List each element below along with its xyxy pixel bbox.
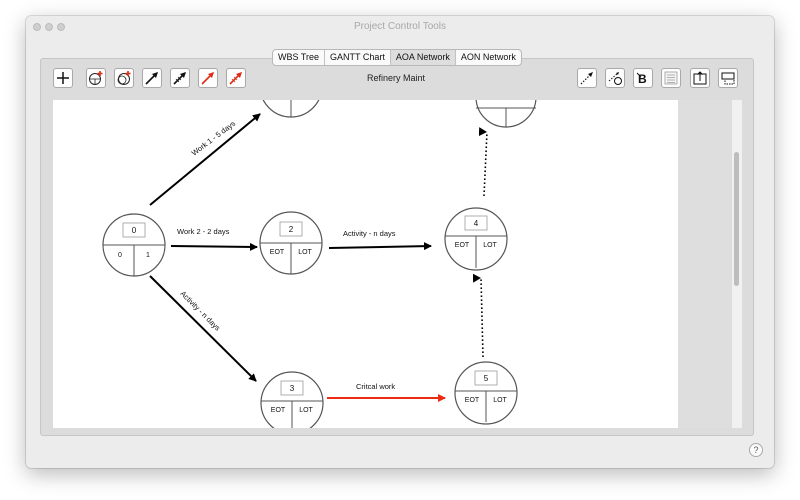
vertical-scrollbar-thumb[interactable] — [734, 152, 739, 286]
add-grouped-node-button[interactable] — [114, 68, 134, 88]
node-0[interactable]: 0 0 1 — [102, 213, 166, 277]
node-5[interactable]: 5 EOT LOT — [454, 361, 518, 425]
layout-button[interactable] — [718, 68, 738, 88]
tab-gantt-chart[interactable]: GANTT Chart — [325, 50, 391, 65]
activity-label: Work 2 - 2 days — [177, 227, 230, 236]
node-late-time: 1 — [146, 252, 150, 259]
black-arrow-icon — [145, 72, 158, 85]
node-id: 0 — [132, 226, 137, 235]
activity-work-2[interactable]: Work 2 - 2 days — [170, 227, 258, 251]
activity-work-1[interactable]: Work 1 - 5 days — [149, 113, 261, 206]
text-tool-button[interactable]: B — [633, 68, 653, 88]
network-canvas[interactable]: Work 1 - 5 days Work 2 - 2 days Activity… — [53, 100, 678, 428]
black-arrow-button[interactable] — [142, 68, 162, 88]
add-grouped-node-icon — [117, 71, 131, 85]
tab-aoa-network[interactable]: AOA Network — [390, 50, 456, 65]
activity-2-to-4[interactable]: Activity - n days — [328, 229, 432, 251]
list-button[interactable] — [661, 68, 681, 88]
node-early-time: 0 — [118, 252, 122, 259]
node-early-time: EOT — [455, 242, 470, 249]
tab-wbs-tree[interactable]: WBS Tree — [273, 50, 326, 65]
black-arrow-hatched-icon — [173, 72, 186, 85]
help-button[interactable]: ? — [749, 443, 763, 457]
aoa-network-diagram: Work 1 - 5 days Work 2 - 2 days Activity… — [102, 100, 537, 428]
dotted-arrow-button[interactable] — [577, 68, 597, 88]
dummy-activity-5-to-4[interactable] — [472, 273, 484, 358]
add-node-button[interactable] — [86, 68, 106, 88]
activity-label: Critcal work — [356, 382, 395, 391]
plus-icon — [57, 72, 69, 84]
node-id: 4 — [474, 219, 479, 228]
node-6[interactable] — [475, 100, 537, 128]
node-id: 2 — [289, 225, 294, 234]
app-window: Project Control Tools WBS Tree GANTT Cha… — [26, 16, 774, 468]
node-id: 5 — [484, 374, 489, 383]
add-node-icon — [89, 71, 103, 85]
tab-aon-network[interactable]: AON Network — [456, 50, 521, 65]
node-late-time: LOT — [483, 242, 497, 249]
red-arrow-icon — [201, 72, 214, 85]
node-4[interactable]: 4 EOT LOT — [444, 207, 508, 271]
black-arrow-hatched-button[interactable] — [170, 68, 190, 88]
list-icon — [664, 71, 678, 85]
add-button[interactable] — [53, 68, 73, 88]
activity-label: Activity - n days — [343, 229, 396, 238]
node-late-time: LOT — [493, 397, 507, 404]
node-3[interactable]: 3 EOT LOT — [260, 371, 324, 428]
node-id: 3 — [290, 384, 295, 393]
layout-icon — [721, 72, 735, 85]
node-early-time: EOT — [465, 397, 480, 404]
red-arrow-hatched-button[interactable] — [226, 68, 246, 88]
title-bar: Project Control Tools — [26, 16, 774, 38]
node-2[interactable]: 2 EOT LOT — [259, 211, 323, 275]
dummy-activity-4-to-6[interactable] — [478, 127, 488, 197]
export-icon — [693, 71, 707, 85]
node-early-time: EOT — [270, 249, 285, 256]
dummy-link-button[interactable] — [605, 68, 625, 88]
activity-critical-work[interactable]: Critcal work — [327, 382, 446, 402]
node-late-time: LOT — [299, 407, 313, 414]
window-title: Project Control Tools — [353, 21, 447, 32]
document-title: Refinery Maint — [366, 73, 426, 83]
text-tool-icon: B — [636, 72, 647, 86]
dummy-link-icon — [608, 72, 622, 85]
svg-text:B: B — [638, 72, 647, 86]
node-1[interactable] — [260, 100, 322, 118]
node-late-time: LOT — [298, 249, 312, 256]
node-early-time: EOT — [271, 407, 286, 414]
view-tabs: WBS Tree GANTT Chart AOA Network AON Net… — [272, 49, 522, 66]
export-button[interactable] — [690, 68, 710, 88]
red-arrow-button[interactable] — [198, 68, 218, 88]
red-arrow-hatched-icon — [229, 72, 242, 85]
dotted-arrow-icon — [580, 72, 593, 85]
activity-0-to-3[interactable]: Activity - n days — [149, 275, 257, 382]
